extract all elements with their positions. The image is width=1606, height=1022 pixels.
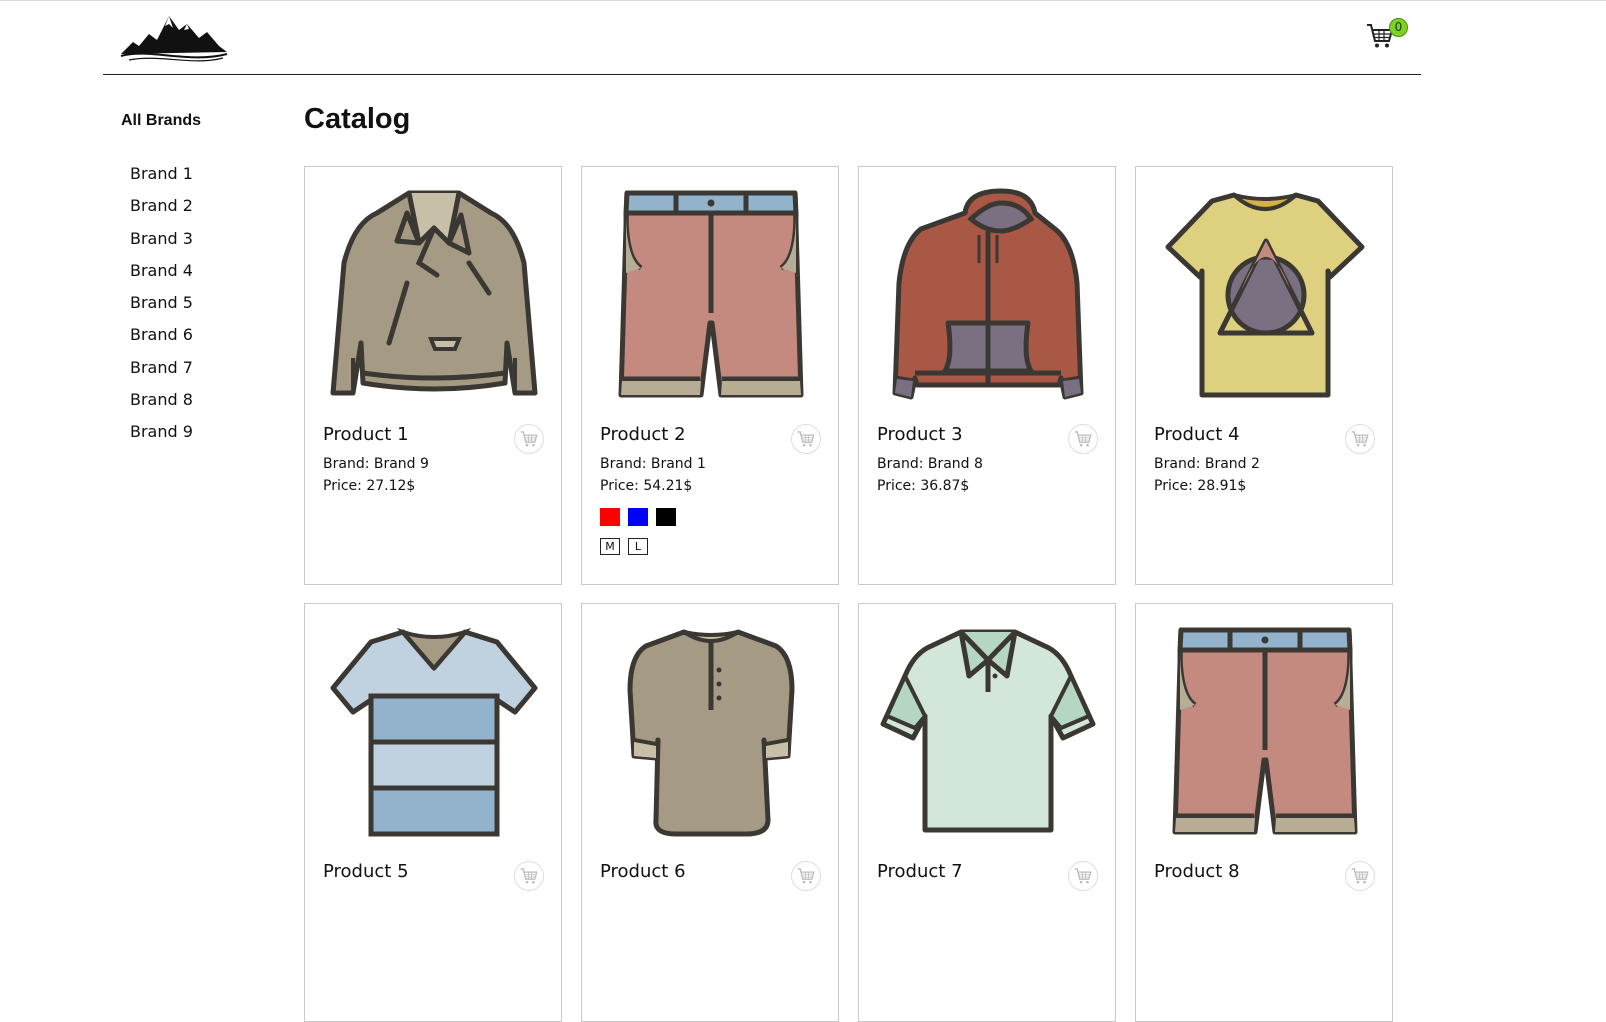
product-brand: Brand: Brand 8 — [877, 456, 983, 472]
product-name[interactable]: Product 3 — [877, 424, 963, 445]
size-options: M L — [600, 538, 648, 555]
brand-link[interactable]: Brand 3 — [130, 229, 281, 261]
brand-link[interactable]: Brand 9 — [130, 422, 281, 454]
product-name[interactable]: Product 7 — [877, 861, 963, 882]
product-card[interactable]: Product 2 Brand: Brand 1 Price: 54.21$ M… — [581, 166, 839, 585]
product-name[interactable]: Product 4 — [1154, 424, 1240, 445]
color-swatch-red[interactable] — [600, 508, 620, 526]
product-name[interactable]: Product 5 — [323, 861, 409, 882]
product-brand: Brand: Brand 1 — [600, 456, 706, 472]
product-brand: Brand: Brand 2 — [1154, 456, 1260, 472]
product-price: Price: 36.87$ — [877, 478, 970, 494]
cart-icon — [520, 868, 538, 884]
size-option[interactable]: L — [628, 538, 648, 555]
product-card[interactable]: Product 8 — [1135, 603, 1393, 1022]
brand-list: Brand 1 Brand 2 Brand 3 Brand 4 Brand 5 … — [130, 164, 281, 455]
product-name[interactable]: Product 6 — [600, 861, 686, 882]
product-card[interactable]: Product 1 Brand: Brand 9 Price: 27.12$ — [304, 166, 562, 585]
cart-icon — [1074, 868, 1092, 884]
product-card[interactable]: Product 6 — [581, 603, 839, 1022]
add-to-cart-button[interactable] — [514, 424, 544, 454]
brand-link[interactable]: Brand 1 — [130, 164, 281, 196]
mountain-logo-icon[interactable] — [119, 12, 231, 62]
cart-button[interactable]: 0 — [1366, 18, 1412, 54]
product-card[interactable]: Product 3 Brand: Brand 8 Price: 36.87$ — [858, 166, 1116, 585]
leather-jacket-icon — [319, 183, 549, 401]
cart-count-badge: 0 — [1389, 18, 1408, 37]
brand-link[interactable]: Brand 4 — [130, 261, 281, 293]
polo-shirt-icon — [873, 620, 1103, 838]
cart-icon — [797, 431, 815, 447]
color-swatch-blue[interactable] — [628, 508, 648, 526]
product-price: Price: 28.91$ — [1154, 478, 1247, 494]
brand-link[interactable]: Brand 2 — [130, 196, 281, 228]
product-card[interactable]: Product 5 — [304, 603, 562, 1022]
add-to-cart-button[interactable] — [1345, 424, 1375, 454]
size-option[interactable]: M — [600, 538, 620, 555]
add-to-cart-button[interactable] — [1345, 861, 1375, 891]
product-brand: Brand: Brand 9 — [323, 456, 429, 472]
add-to-cart-button[interactable] — [791, 861, 821, 891]
hoodie-icon — [873, 183, 1103, 401]
site-header: 0 — [103, 0, 1421, 75]
color-swatch-black[interactable] — [656, 508, 676, 526]
color-options — [600, 508, 676, 526]
page-title: Catalog — [304, 103, 411, 135]
striped-vneck-tshirt-icon — [319, 620, 549, 838]
brand-link[interactable]: Brand 7 — [130, 358, 281, 390]
all-brands-link[interactable]: All Brands — [121, 112, 281, 134]
cart-icon — [1074, 431, 1092, 447]
add-to-cart-button[interactable] — [791, 424, 821, 454]
brand-sidebar: All Brands Brand 1 Brand 2 Brand 3 Brand… — [121, 112, 281, 455]
product-card[interactable]: Product 7 — [858, 603, 1116, 1022]
product-name[interactable]: Product 1 — [323, 424, 409, 445]
shorts-icon — [596, 183, 826, 401]
product-card[interactable]: Product 4 Brand: Brand 2 Price: 28.91$ — [1135, 166, 1393, 585]
henley-shirt-icon — [596, 620, 826, 838]
add-to-cart-button[interactable] — [1068, 861, 1098, 891]
product-name[interactable]: Product 2 — [600, 424, 686, 445]
tshirt-triangle-icon — [1150, 183, 1380, 401]
add-to-cart-button[interactable] — [514, 861, 544, 891]
add-to-cart-button[interactable] — [1068, 424, 1098, 454]
product-name[interactable]: Product 8 — [1154, 861, 1240, 882]
cart-icon — [1351, 868, 1369, 884]
shorts-icon — [1150, 620, 1380, 838]
brand-link[interactable]: Brand 5 — [130, 293, 281, 325]
cart-icon — [1351, 431, 1369, 447]
product-price: Price: 27.12$ — [323, 478, 416, 494]
cart-icon — [520, 431, 538, 447]
product-price: Price: 54.21$ — [600, 478, 693, 494]
brand-link[interactable]: Brand 8 — [130, 390, 281, 422]
brand-link[interactable]: Brand 6 — [130, 325, 281, 357]
cart-icon — [797, 868, 815, 884]
product-grid: Product 1 Brand: Brand 9 Price: 27.12$ P… — [304, 166, 1394, 1022]
